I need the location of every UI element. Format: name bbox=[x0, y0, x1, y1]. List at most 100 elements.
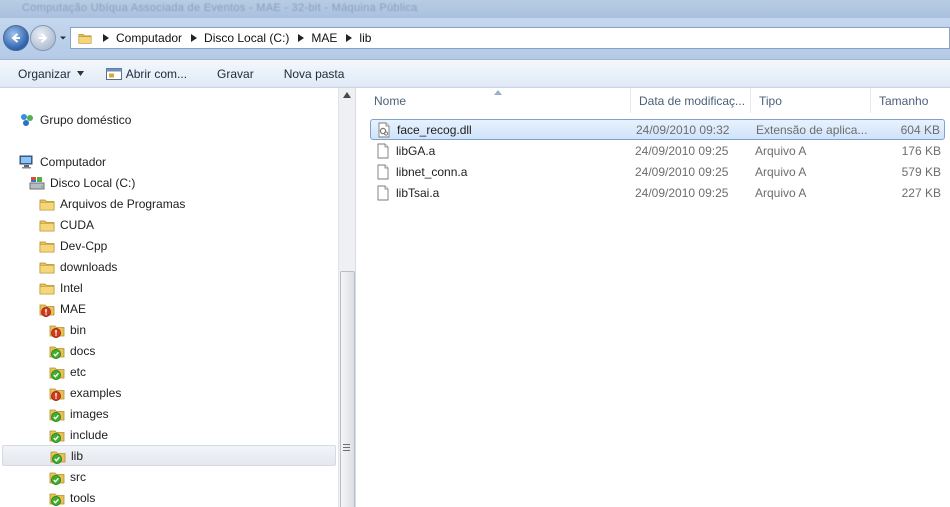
tree-label: include bbox=[70, 427, 109, 442]
svn-ok-folder-icon bbox=[49, 406, 65, 422]
column-header-size[interactable]: Tamanho bbox=[871, 88, 950, 113]
tree-label: Grupo doméstico bbox=[40, 112, 132, 127]
tree-label: MAE bbox=[60, 301, 87, 316]
tree-item-subfolder[interactable]: images bbox=[49, 403, 109, 424]
svn-conflict-folder-icon bbox=[39, 301, 55, 317]
file-size: 579 KB bbox=[901, 164, 941, 179]
new-folder-button[interactable]: Nova pasta bbox=[275, 60, 354, 87]
address-bar[interactable]: Computador Disco Local (C:) MAE lib bbox=[70, 27, 950, 49]
column-type-label: Tipo bbox=[759, 93, 782, 108]
tree-item-subfolder[interactable]: include bbox=[49, 424, 108, 445]
homegroup-icon bbox=[21, 113, 33, 126]
back-button[interactable] bbox=[3, 25, 29, 51]
file-icon bbox=[375, 143, 391, 159]
tree-item-subfolder-selected[interactable]: lib bbox=[2, 445, 336, 466]
title-bar: Computação Ubíqua Associada de Eventos -… bbox=[0, 0, 950, 18]
scrollbar-thumb[interactable] bbox=[340, 271, 355, 507]
chevron-right-icon[interactable] bbox=[343, 32, 355, 44]
tree-label: Intel bbox=[60, 280, 83, 295]
tree-item-subfolder[interactable]: src bbox=[49, 466, 86, 487]
tree-item-folder[interactable]: MAE bbox=[39, 298, 86, 319]
chevron-right-icon[interactable] bbox=[188, 32, 200, 44]
breadcrumb-label: Disco Local (C:) bbox=[204, 31, 290, 45]
burn-label: Gravar bbox=[217, 66, 254, 81]
tree-item-local-disk[interactable]: Disco Local (C:) bbox=[29, 172, 135, 193]
breadcrumb-label: Computador bbox=[116, 31, 183, 45]
breadcrumb-mae[interactable]: MAE bbox=[289, 28, 337, 48]
svn-conflict-folder-icon bbox=[49, 322, 65, 338]
tree-item-subfolder[interactable]: tools bbox=[49, 487, 95, 507]
breadcrumb-label: MAE bbox=[311, 31, 338, 45]
arrow-right-icon bbox=[39, 33, 48, 43]
tree-label: Computador bbox=[40, 154, 107, 169]
command-toolbar: Organizar Abrir com... Gravar Nova pasta bbox=[0, 60, 950, 88]
file-type: Arquivo A bbox=[755, 185, 807, 200]
recent-pages-dropdown-icon[interactable] bbox=[58, 33, 68, 43]
computer-icon bbox=[19, 155, 33, 168]
organize-button[interactable]: Organizar bbox=[0, 60, 93, 87]
file-date: 24/09/2010 09:25 bbox=[635, 164, 729, 179]
breadcrumb-lib[interactable]: lib bbox=[337, 28, 371, 48]
folder-icon bbox=[39, 238, 55, 254]
file-icon bbox=[375, 185, 391, 201]
forward-button[interactable] bbox=[30, 25, 56, 51]
tree-label: downloads bbox=[60, 259, 118, 274]
breadcrumb-computer[interactable]: Computador bbox=[94, 28, 182, 48]
file-size: 176 KB bbox=[901, 143, 941, 158]
file-name: face_recog.dll bbox=[397, 122, 472, 137]
folder-icon bbox=[39, 196, 55, 212]
svn-ok-folder-icon bbox=[50, 448, 66, 464]
file-row[interactable]: libTsai.a 24/09/2010 09:25 Arquivo A 227… bbox=[370, 182, 945, 203]
file-date: 24/09/2010 09:32 bbox=[636, 122, 730, 137]
tree-item-folder[interactable]: downloads bbox=[39, 256, 117, 277]
file-row[interactable]: face_recog.dll 24/09/2010 09:32 Extensão… bbox=[370, 119, 945, 140]
tree-item-subfolder[interactable]: etc bbox=[49, 361, 86, 382]
file-size: 227 KB bbox=[901, 185, 941, 200]
column-size-label: Tamanho bbox=[879, 93, 929, 108]
file-date: 24/09/2010 09:25 bbox=[635, 185, 729, 200]
folder-icon bbox=[39, 217, 55, 233]
navigation-pane: Grupo doméstico Computador Disco Local (… bbox=[0, 88, 340, 507]
tree-item-folder[interactable]: Intel bbox=[39, 277, 83, 298]
tree-item-subfolder[interactable]: bin bbox=[49, 319, 86, 340]
tree-label: bin bbox=[70, 322, 87, 337]
scroll-up-icon[interactable] bbox=[343, 92, 351, 98]
file-row[interactable]: libGA.a 24/09/2010 09:25 Arquivo A 176 K… bbox=[370, 140, 945, 161]
svn-ok-folder-icon bbox=[49, 427, 65, 443]
file-name: libnet_conn.a bbox=[396, 164, 468, 179]
file-row[interactable]: libnet_conn.a 24/09/2010 09:25 Arquivo A… bbox=[370, 161, 945, 182]
sort-ascending-icon bbox=[494, 90, 502, 95]
open-with-icon bbox=[105, 67, 122, 80]
tree-item-folder[interactable]: Dev-Cpp bbox=[39, 235, 107, 256]
tree-item-subfolder[interactable]: docs bbox=[49, 340, 95, 361]
new-folder-label: Nova pasta bbox=[283, 66, 345, 81]
column-name-label: Nome bbox=[374, 93, 407, 108]
column-header-row: Nome Data de modificaç... Tipo Tamanho bbox=[356, 88, 950, 113]
chevron-right-icon[interactable] bbox=[100, 32, 112, 44]
tree-label: tools bbox=[70, 490, 96, 505]
organize-label: Organizar bbox=[18, 66, 71, 81]
navigation-pane-scrollbar[interactable] bbox=[338, 88, 355, 507]
chevron-down-icon bbox=[76, 71, 84, 76]
tree-label: images bbox=[70, 406, 109, 421]
file-type: Arquivo A bbox=[755, 143, 807, 158]
window-title: Computação Ubíqua Associada de Eventos -… bbox=[22, 2, 418, 14]
open-with-button[interactable]: Abrir com... bbox=[97, 60, 196, 87]
scrollbar-grip-icon bbox=[343, 444, 350, 451]
burn-button[interactable]: Gravar bbox=[208, 60, 263, 87]
arrow-left-icon bbox=[11, 33, 20, 43]
column-header-type[interactable]: Tipo bbox=[751, 88, 871, 113]
tree-label: CUDA bbox=[60, 217, 95, 232]
tree-item-folder[interactable]: Arquivos de Programas bbox=[39, 193, 185, 214]
breadcrumb-local-disk[interactable]: Disco Local (C:) bbox=[182, 28, 289, 48]
tree-item-folder[interactable]: CUDA bbox=[39, 214, 94, 235]
column-header-date[interactable]: Data de modificaç... bbox=[631, 88, 751, 113]
chevron-right-icon[interactable] bbox=[295, 32, 307, 44]
tree-item-homegroup[interactable]: Grupo doméstico bbox=[19, 109, 131, 130]
folder-icon bbox=[39, 259, 55, 275]
folder-icon bbox=[76, 31, 94, 45]
tree-item-computer[interactable]: Computador bbox=[19, 151, 106, 172]
breadcrumb-label: lib bbox=[359, 31, 372, 45]
file-type: Extensão de aplica... bbox=[756, 122, 868, 137]
tree-item-subfolder[interactable]: examples bbox=[49, 382, 121, 403]
